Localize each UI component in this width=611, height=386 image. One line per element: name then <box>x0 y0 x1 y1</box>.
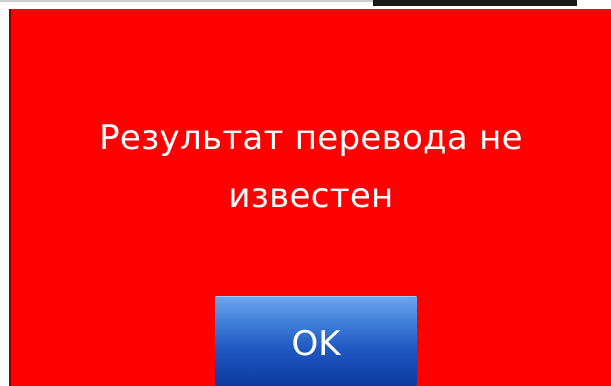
dialog-message: Результат перевода не известен <box>11 109 611 225</box>
dialog-message-line-1: Результат перевода не <box>99 118 523 158</box>
screen: Результат перевода не известен OK <box>0 0 611 386</box>
ok-button[interactable]: OK <box>215 296 417 386</box>
dialog-message-line-2: известен <box>228 176 394 216</box>
window-top-edge <box>0 0 611 9</box>
error-dialog: Результат перевода не известен OK <box>9 9 611 386</box>
top-dark-strip <box>373 0 577 6</box>
top-gray-strip <box>0 0 373 2</box>
